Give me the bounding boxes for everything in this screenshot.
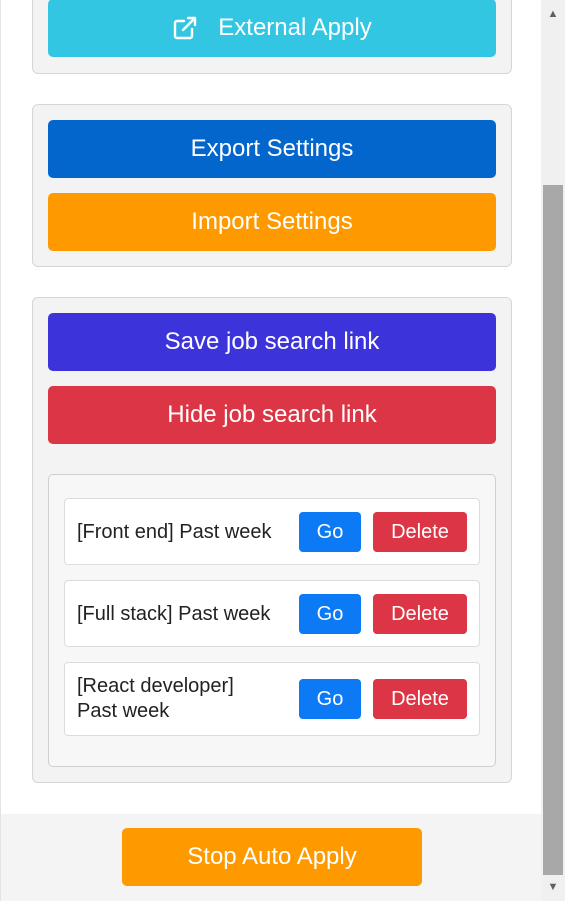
save-job-search-link-button[interactable]: Save job search link (48, 313, 496, 371)
popup-content: External Apply Export Settings Import Se… (0, 0, 541, 901)
save-job-search-link-label: Save job search link (164, 328, 380, 355)
import-settings-button[interactable]: Import Settings (48, 193, 496, 251)
go-button[interactable]: Go (299, 679, 361, 719)
external-apply-button[interactable]: External Apply (48, 0, 496, 57)
saved-link-item: [React developer] Past week Go Delete (64, 662, 480, 736)
saved-link-item: [Front end] Past week Go Delete (64, 498, 480, 565)
external-apply-label: External Apply (218, 14, 372, 41)
stop-auto-apply-label: Stop Auto Apply (187, 843, 357, 870)
chevron-up-icon[interactable]: ▲ (541, 2, 565, 26)
saved-link-label: [React developer] Past week (77, 675, 234, 722)
delete-button[interactable]: Delete (373, 679, 467, 719)
export-settings-button[interactable]: Export Settings (48, 120, 496, 178)
chevron-down-icon[interactable]: ▼ (541, 875, 565, 899)
vertical-scrollbar[interactable]: ▲ ▼ (541, 0, 565, 901)
saved-link-item: [Full stack] Past week Go Delete (64, 580, 480, 647)
export-settings-label: Export Settings (190, 135, 354, 162)
job-search-links-panel: Save job search link Hide job search lin… (32, 297, 512, 783)
saved-link-label: [Front end] Past week (77, 521, 272, 543)
external-link-icon (172, 15, 198, 41)
delete-button[interactable]: Delete (373, 512, 467, 552)
saved-link-label: [Full stack] Past week (77, 603, 271, 625)
stop-auto-apply-button[interactable]: Stop Auto Apply (122, 828, 422, 886)
settings-panel: Export Settings Import Settings (32, 104, 512, 267)
saved-links-list: [Front end] Past week Go Delete [Full st… (48, 474, 496, 767)
import-settings-label: Import Settings (191, 208, 353, 235)
go-button[interactable]: Go (299, 512, 361, 552)
hide-job-search-link-button[interactable]: Hide job search link (48, 386, 496, 444)
external-apply-panel: External Apply (32, 0, 512, 74)
hide-job-search-link-label: Hide job search link (167, 401, 377, 428)
go-button[interactable]: Go (299, 594, 361, 634)
footer-bar: Stop Auto Apply (1, 814, 541, 901)
delete-button[interactable]: Delete (373, 594, 467, 634)
scrollbar-thumb[interactable] (543, 185, 563, 875)
